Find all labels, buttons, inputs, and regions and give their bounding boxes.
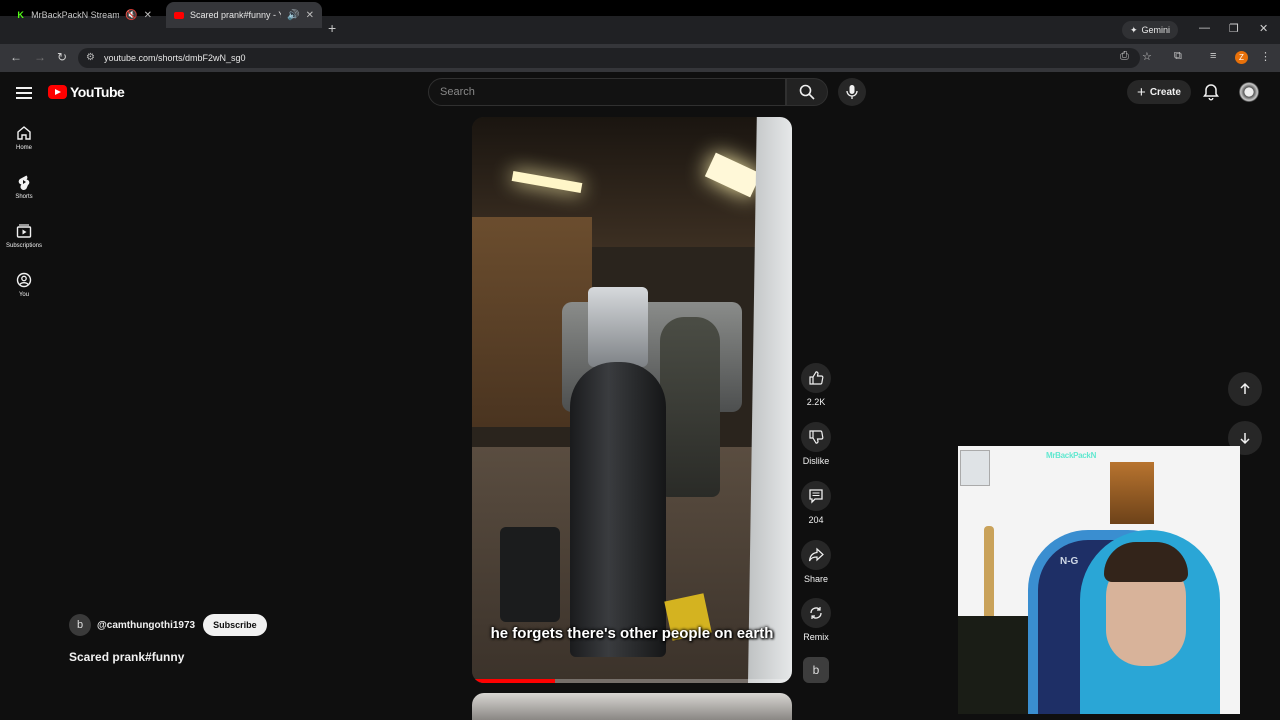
video-progress-bar[interactable] — [472, 679, 792, 683]
bell-icon — [1203, 84, 1219, 101]
restore-icon[interactable]: ❐ — [1229, 22, 1239, 35]
voice-search-button[interactable] — [838, 78, 866, 106]
sidebar-item-home[interactable]: Home — [0, 125, 48, 151]
speaker-icon[interactable]: 🔊 — [287, 10, 299, 21]
browser-profile-avatar[interactable]: Z — [1235, 51, 1248, 64]
thumbs-up-icon — [809, 371, 824, 385]
comment-count: 204 — [808, 515, 824, 525]
air-compressor-tank — [570, 362, 666, 657]
compressor-motor — [588, 287, 648, 367]
you-icon — [16, 272, 32, 288]
chair-logo: N-G — [1060, 556, 1079, 567]
person — [660, 317, 720, 497]
comments-button[interactable]: 204 — [799, 481, 833, 525]
tab-scared-prank[interactable]: Scared prank#funny - YouT 🔊 ✕ — [166, 2, 322, 28]
create-button[interactable]: + Create — [1127, 80, 1191, 104]
tab-title: Scared prank#funny - YouT — [190, 10, 281, 20]
tab-close-icon[interactable]: ✕ — [306, 10, 314, 21]
short-title[interactable]: Scared prank#funny — [69, 650, 184, 664]
media-controls-icon[interactable]: ≡ — [1210, 50, 1216, 62]
plus-icon: + — [1137, 83, 1146, 101]
sidebar-item-subscriptions[interactable]: Subscriptions — [0, 223, 48, 249]
notifications-button[interactable] — [1201, 82, 1221, 102]
extensions-icon[interactable]: ⧉ — [1174, 50, 1182, 63]
minimize-icon[interactable]: — — [1199, 22, 1210, 34]
url-text: youtube.com/shorts/dmbF2wN_sg0 — [104, 53, 246, 63]
remix-label: Remix — [803, 632, 829, 642]
logo-text: YouTube — [70, 84, 125, 100]
forward-arrow-icon[interactable]: → — [34, 50, 46, 64]
youtube-logo[interactable]: YouTube — [48, 84, 125, 100]
channel-handle[interactable]: @camthungothi1973 — [97, 620, 195, 631]
arrow-down-icon — [1240, 433, 1250, 445]
sidebar-item-you[interactable]: You — [0, 272, 48, 298]
search-button[interactable] — [786, 78, 828, 106]
install-app-icon[interactable]: ⎙ — [1120, 50, 1129, 63]
thumbs-down-icon — [809, 430, 824, 444]
short-video-player[interactable]: he forgets there's other people on earth — [472, 117, 792, 683]
site-info-icon[interactable]: ⚙ — [86, 52, 95, 63]
sidebar-label: Home — [15, 145, 32, 151]
wall-picture — [960, 450, 990, 486]
remix-button[interactable]: Remix — [799, 598, 833, 642]
tab-mrbackpackn-stream[interactable]: K MrBackPackN Stream - Wat 🔇 ✕ — [8, 2, 160, 28]
browser-menu-icon[interactable]: ⋮ — [1260, 50, 1271, 63]
dark-corner — [958, 616, 1028, 714]
share-icon — [808, 547, 824, 562]
channel-info: b @camthungothi1973 Subscribe — [69, 614, 267, 636]
tab-close-icon[interactable]: ✕ — [144, 10, 152, 21]
remix-icon — [810, 607, 822, 619]
microphone-icon — [846, 85, 858, 99]
bookmark-star-icon[interactable]: ☆ — [1142, 50, 1152, 63]
sidebar-label: Shorts — [15, 194, 33, 200]
like-count: 2.2K — [806, 397, 826, 407]
bucket — [500, 527, 560, 622]
channel-thumbnail[interactable]: b — [803, 657, 829, 683]
sparkle-icon: ✦ — [1130, 24, 1138, 35]
tab-title: MrBackPackN Stream - Wat — [31, 10, 120, 20]
search-icon — [799, 84, 815, 100]
window-close-icon[interactable]: ✕ — [1259, 22, 1268, 35]
next-short-preview[interactable] — [472, 693, 792, 720]
share-label: Share — [803, 574, 829, 584]
progress-fill — [472, 679, 556, 683]
sidebar-item-shorts[interactable]: Shorts — [0, 174, 48, 200]
youtube-favicon-icon — [174, 10, 184, 20]
shorts-icon — [18, 175, 30, 190]
subscribe-button[interactable]: Subscribe — [203, 614, 267, 636]
share-button[interactable]: Share — [799, 540, 833, 584]
dislike-button[interactable]: Dislike — [799, 422, 833, 466]
video-caption: he forgets there's other people on earth — [490, 625, 774, 642]
gemini-button[interactable]: ✦ Gemini — [1122, 21, 1179, 39]
account-avatar[interactable] — [1239, 82, 1259, 102]
search-input[interactable]: Search — [428, 78, 786, 106]
like-button[interactable]: 2.2K — [799, 363, 833, 407]
mute-icon[interactable]: 🔇 — [125, 10, 137, 21]
gemini-label: Gemini — [1141, 25, 1171, 35]
new-tab-button[interactable]: + — [328, 20, 336, 36]
channel-avatar[interactable]: b — [69, 614, 91, 636]
arrow-up-icon — [1240, 382, 1250, 394]
search-placeholder: Search — [440, 86, 475, 98]
streamer-tag: MrBackPackN — [1046, 451, 1097, 460]
reload-icon[interactable]: ↻ — [57, 50, 67, 64]
previous-short-button[interactable] — [1228, 372, 1262, 406]
youtube-play-icon — [48, 85, 67, 99]
comment-icon — [809, 489, 823, 504]
home-icon — [17, 126, 31, 140]
tiger-poster — [1110, 462, 1154, 524]
sidebar-label: You — [18, 292, 30, 298]
subscriptions-icon — [16, 224, 32, 238]
dislike-label: Dislike — [802, 456, 830, 466]
bat-decoration — [984, 526, 994, 626]
back-arrow-icon[interactable]: ← — [10, 50, 22, 64]
kick-favicon-icon: K — [17, 10, 24, 20]
address-bar[interactable]: ⚙ youtube.com/shorts/dmbF2wN_sg0 — [78, 48, 1140, 68]
hamburger-menu-icon[interactable] — [16, 84, 32, 100]
create-label: Create — [1149, 86, 1181, 98]
streamer-hair — [1104, 542, 1188, 582]
webcam-overlay: MrBackPackN N-G — [958, 446, 1240, 714]
sidebar-label: Subscriptions — [5, 243, 43, 249]
